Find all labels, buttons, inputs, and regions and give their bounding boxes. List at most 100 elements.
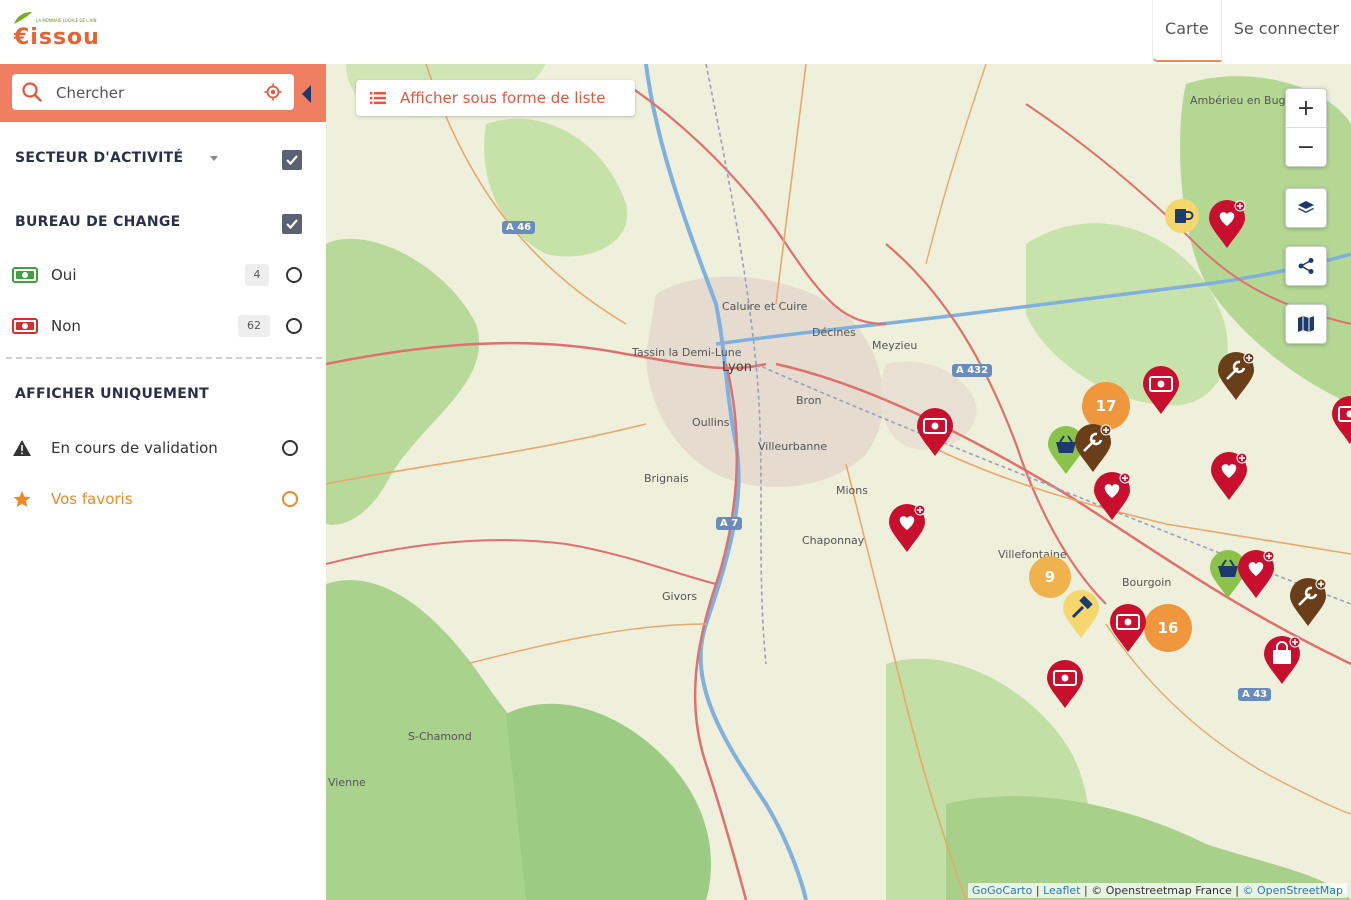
exchange-title: BUREAU DE CHANGE bbox=[15, 214, 181, 230]
heart-marker[interactable] bbox=[1092, 472, 1132, 522]
heart-marker[interactable] bbox=[887, 504, 927, 554]
banknote-marker[interactable] bbox=[1141, 366, 1181, 416]
count-badge: 62 bbox=[238, 315, 270, 337]
banknote-marker[interactable] bbox=[1330, 396, 1351, 446]
zoom-control: + − bbox=[1285, 88, 1327, 167]
place-label: Vienne bbox=[328, 776, 366, 789]
radio-button[interactable] bbox=[286, 267, 302, 283]
radio-button[interactable] bbox=[282, 491, 298, 507]
star-icon bbox=[13, 491, 31, 507]
show-list-label: Afficher sous forme de liste bbox=[400, 89, 606, 107]
sidebar: SECTEUR D'ACTIVITÉ BUREAU DE CHANGE Oui … bbox=[0, 64, 326, 900]
place-label: Ambérieu en Bugey bbox=[1190, 94, 1299, 107]
sector-title[interactable]: SECTEUR D'ACTIVITÉ bbox=[15, 150, 183, 166]
filter-pending[interactable]: En cours de validation bbox=[12, 433, 312, 463]
exchange-checkbox[interactable] bbox=[282, 214, 302, 234]
marker-cluster[interactable]: 16 bbox=[1144, 604, 1192, 652]
search-input[interactable] bbox=[54, 74, 258, 112]
layers-button[interactable] bbox=[1286, 189, 1326, 227]
list-icon bbox=[370, 92, 386, 105]
logo-tagline: LA MONNAIE LOCALE DE L'AIN bbox=[36, 18, 97, 23]
place-label: Oullins bbox=[692, 416, 730, 429]
chevron-down-icon[interactable] bbox=[210, 156, 218, 161]
map-type-button[interactable] bbox=[1286, 305, 1326, 343]
radio-button[interactable] bbox=[286, 318, 302, 334]
shopping-bag-marker[interactable] bbox=[1262, 636, 1302, 686]
marker-cluster[interactable]: 17 bbox=[1082, 382, 1130, 430]
option-label: Oui bbox=[51, 266, 77, 284]
only-title: AFFICHER UNIQUEMENT bbox=[15, 386, 209, 402]
show-list-button[interactable]: Afficher sous forme de liste bbox=[356, 80, 635, 116]
nav-carte[interactable]: Carte bbox=[1152, 0, 1222, 62]
tools-marker[interactable] bbox=[1073, 424, 1113, 474]
heart-marker[interactable] bbox=[1236, 550, 1276, 600]
radio-button[interactable] bbox=[282, 440, 298, 456]
place-label: Brignais bbox=[644, 472, 689, 485]
layers-icon bbox=[1298, 201, 1314, 213]
map-tiles bbox=[326, 64, 1351, 900]
share-button[interactable] bbox=[1286, 247, 1326, 285]
banknote-marker[interactable] bbox=[1045, 660, 1085, 710]
banknote-icon bbox=[12, 318, 38, 334]
top-nav: Carte Se connecter bbox=[1152, 0, 1351, 62]
heart-marker[interactable] bbox=[1207, 200, 1247, 250]
exchange-option-oui[interactable]: Oui 4 bbox=[12, 260, 312, 290]
place-label: Lyon bbox=[722, 360, 752, 375]
banknote-icon bbox=[12, 267, 38, 283]
zoom-in-button[interactable]: + bbox=[1286, 89, 1326, 128]
share-control bbox=[1285, 246, 1327, 286]
place-label: Chaponnay bbox=[802, 534, 865, 547]
option-label: Vos favoris bbox=[51, 490, 133, 508]
map[interactable]: Lyon Villeurbanne Bron Meyzieu Givors Br… bbox=[326, 64, 1351, 900]
collapse-sidebar-icon[interactable] bbox=[302, 85, 311, 103]
share-icon bbox=[1298, 258, 1314, 274]
exchange-option-non[interactable]: Non 62 bbox=[12, 311, 312, 341]
header: LA MONNAIE LOCALE DE L'AIN €issou Carte … bbox=[0, 0, 1351, 64]
option-label: Non bbox=[51, 317, 81, 335]
hammer-marker[interactable] bbox=[1061, 590, 1101, 640]
cafe-marker[interactable] bbox=[1164, 198, 1200, 234]
map-attribution: GoGoCarto | Leaflet | © Openstreetmap Fr… bbox=[967, 883, 1347, 898]
place-label: Bourgoin bbox=[1122, 576, 1172, 589]
place-label: Décines bbox=[812, 326, 856, 339]
banknote-marker[interactable] bbox=[915, 408, 955, 458]
place-label: Caluire et Cuire bbox=[722, 300, 808, 313]
search-bar bbox=[0, 64, 326, 122]
zoom-out-button[interactable]: − bbox=[1286, 128, 1326, 166]
road-shield: A 46 bbox=[502, 221, 536, 234]
osm-france-credit: © Openstreetmap France bbox=[1091, 884, 1232, 897]
road-shield: A 432 bbox=[952, 364, 993, 377]
logo[interactable]: LA MONNAIE LOCALE DE L'AIN €issou bbox=[14, 12, 100, 50]
leaflet-link[interactable]: Leaflet bbox=[1043, 884, 1080, 897]
place-label: Bron bbox=[796, 394, 822, 407]
road-shield: A 43 bbox=[1238, 688, 1272, 701]
logo-text: €issou bbox=[14, 25, 100, 50]
road-shield: A 7 bbox=[716, 517, 743, 530]
sector-checkbox[interactable] bbox=[282, 150, 302, 170]
map-icon bbox=[1298, 316, 1314, 332]
place-label: Villeurbanne bbox=[758, 440, 828, 453]
leaf-icon bbox=[14, 12, 32, 24]
count-badge: 4 bbox=[245, 264, 269, 286]
nav-login[interactable]: Se connecter bbox=[1222, 0, 1351, 60]
search-box[interactable] bbox=[12, 74, 294, 112]
place-label: Givors bbox=[662, 590, 698, 603]
filter-favorites[interactable]: Vos favoris bbox=[12, 484, 312, 514]
gogocarto-link[interactable]: GoGoCarto bbox=[972, 884, 1033, 897]
option-label: En cours de validation bbox=[51, 439, 218, 457]
tools-marker[interactable] bbox=[1216, 352, 1256, 402]
banknote-marker[interactable] bbox=[1108, 604, 1148, 654]
heart-marker[interactable] bbox=[1209, 452, 1249, 502]
maptype-control bbox=[1285, 304, 1327, 344]
tools-marker[interactable] bbox=[1288, 578, 1328, 628]
search-icon[interactable] bbox=[22, 82, 42, 102]
warning-icon bbox=[13, 440, 31, 456]
place-label: Tassin la Demi-Lune bbox=[632, 346, 742, 359]
place-label: Mions bbox=[836, 484, 868, 497]
divider bbox=[6, 357, 322, 359]
place-label: S-Chamond bbox=[408, 730, 472, 743]
place-label: Meyzieu bbox=[872, 339, 918, 352]
geolocate-icon[interactable] bbox=[264, 83, 282, 101]
osm-link[interactable]: © OpenStreetMap bbox=[1242, 884, 1343, 897]
layers-control bbox=[1285, 188, 1327, 228]
